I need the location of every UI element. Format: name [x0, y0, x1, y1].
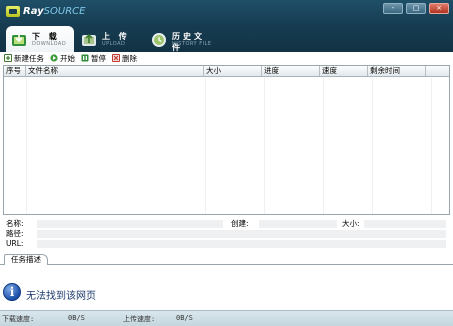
path-value	[37, 230, 446, 238]
tab-download[interactable]: 下 载 DOWNLOAD	[6, 26, 74, 52]
url-label: URL:	[6, 239, 24, 248]
description-message: 无法找到该网页	[26, 291, 96, 302]
created-label: 创建:	[231, 219, 249, 228]
start-label: 开始	[60, 53, 75, 63]
tab-upload-sublabel: UPLOAD	[102, 41, 126, 47]
pause-button[interactable]: 暂停	[81, 53, 106, 63]
size-label: 大小:	[342, 219, 360, 228]
list-body[interactable]	[4, 78, 449, 214]
download-speed-value: 0B/S	[68, 314, 85, 322]
column-header-index[interactable]: 序号	[4, 66, 26, 76]
description-panel: i 无法找到该网页	[0, 266, 453, 310]
logo-text: RaySOURCE	[23, 5, 86, 17]
status-bar: 下载速度: 0B/S 上传速度: 0B/S	[0, 310, 453, 326]
window-controls: - □ ×	[383, 3, 449, 14]
url-value	[37, 240, 446, 248]
new-task-icon	[4, 54, 12, 62]
size-value	[364, 220, 446, 228]
pause-icon	[81, 54, 89, 62]
detail-tabs: 任务描述	[0, 254, 453, 265]
title-header: RaySOURCE - □ × 下 载 DOWNLOAD 上 传 UPLOAD	[0, 0, 453, 52]
column-header-progress[interactable]: 进度	[262, 66, 320, 76]
column-header-filename[interactable]: 文件名称	[26, 66, 204, 76]
created-value	[259, 220, 337, 228]
column-header-size[interactable]: 大小	[204, 66, 262, 76]
new-task-label: 新建任务	[14, 53, 44, 63]
column-header-extra	[426, 66, 449, 76]
upload-icon	[82, 33, 96, 46]
task-details: 名称: 创建: 大小: 路径: URL:	[3, 216, 450, 254]
delete-icon	[112, 54, 120, 62]
column-header-speed[interactable]: 速度	[320, 66, 368, 76]
download-list[interactable]: 序号 文件名称 大小 进度 速度 剩余时间	[3, 65, 450, 215]
download-speed-label: 下载速度:	[2, 315, 35, 323]
name-label: 名称:	[6, 219, 24, 228]
main-tabs: 下 载 DOWNLOAD 上 传 UPLOAD 历史文件 HISTORY FIL…	[6, 26, 216, 52]
new-task-button[interactable]: 新建任务	[4, 53, 44, 63]
tab-history-sublabel: HISTORY FILE	[172, 41, 212, 47]
close-button[interactable]: ×	[429, 3, 449, 14]
info-icon: i	[3, 283, 21, 301]
download-icon	[12, 33, 26, 46]
tab-history[interactable]: 历史文件 HISTORY FILE	[146, 26, 214, 52]
upload-speed-value: 0B/S	[176, 314, 193, 322]
minimize-button[interactable]: -	[383, 3, 403, 14]
tab-download-sublabel: DOWNLOAD	[32, 41, 67, 47]
history-icon	[152, 33, 166, 47]
list-header: 序号 文件名称 大小 进度 速度 剩余时间	[4, 66, 449, 77]
start-icon	[50, 54, 58, 62]
maximize-button[interactable]: □	[406, 3, 426, 14]
upload-speed-label: 上传速度:	[123, 315, 156, 323]
tab-task-description[interactable]: 任务描述	[4, 254, 48, 265]
path-label: 路径:	[6, 229, 24, 238]
tab-upload[interactable]: 上 传 UPLOAD	[76, 26, 144, 52]
app-logo: RaySOURCE	[6, 4, 85, 18]
logo-mark-icon	[6, 5, 20, 17]
toolbar: 新建任务 开始 暂停 删除	[0, 52, 453, 64]
delete-button[interactable]: 删除	[112, 53, 137, 63]
name-value	[37, 220, 223, 228]
column-header-remaining[interactable]: 剩余时间	[368, 66, 426, 76]
start-button[interactable]: 开始	[50, 53, 75, 63]
pause-label: 暂停	[91, 53, 106, 63]
delete-label: 删除	[122, 53, 137, 63]
